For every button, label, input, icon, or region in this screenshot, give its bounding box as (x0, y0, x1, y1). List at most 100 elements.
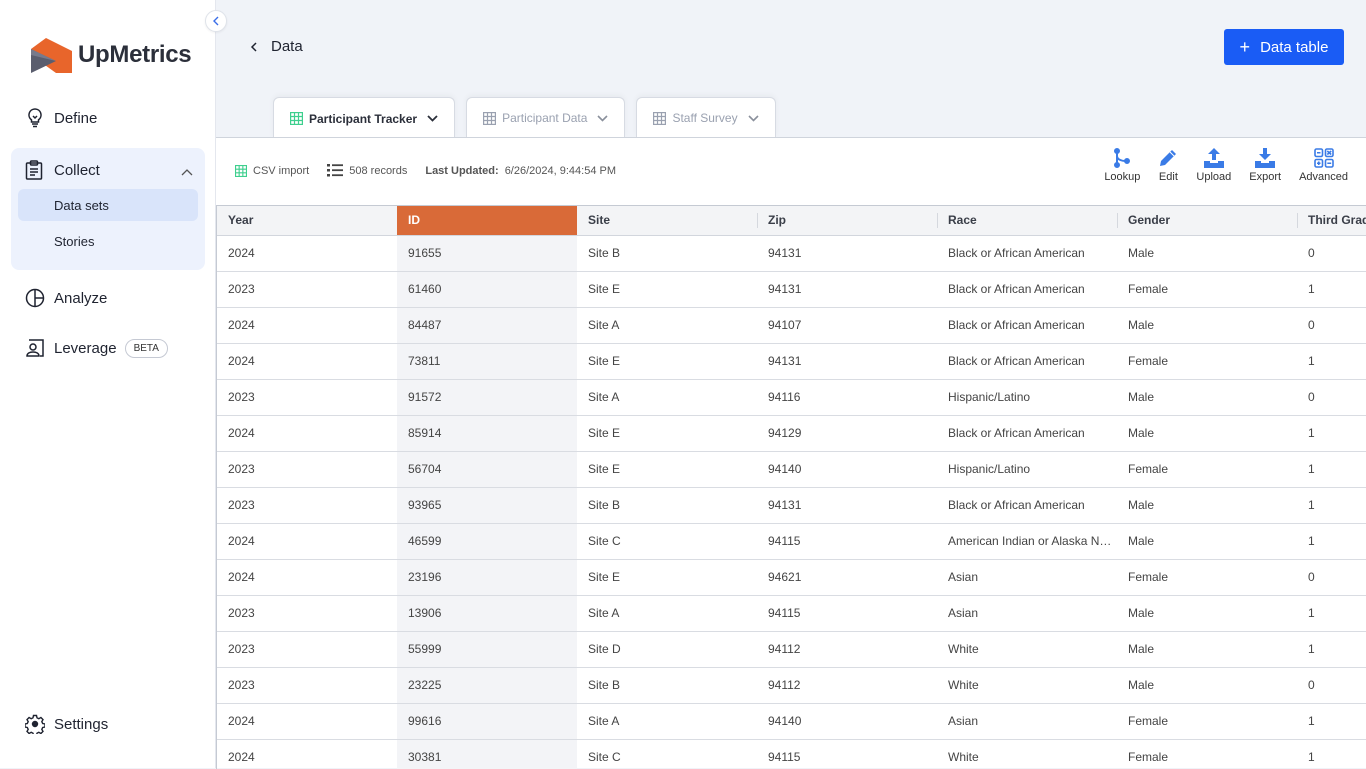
table-cell-race[interactable]: Black or African American (937, 415, 1117, 452)
column-header-race[interactable]: Race (937, 206, 1117, 236)
table-row[interactable]: 2023 13906 Site A 94115 Asian Male 1 (217, 595, 1366, 632)
table-cell-year[interactable]: 2023 (217, 487, 397, 524)
table-cell-year[interactable]: 2023 (217, 595, 397, 632)
table-cell-id[interactable]: 46599 (397, 523, 577, 560)
table-cell-race[interactable]: Black or African American (937, 307, 1117, 344)
table-cell-third-grade[interactable]: 1 (1297, 595, 1366, 632)
table-cell-third-grade[interactable]: 1 (1297, 451, 1366, 488)
table-cell-third-grade[interactable]: 1 (1297, 271, 1366, 308)
table-cell-site[interactable]: Site C (577, 739, 757, 769)
sidebar-item-stories[interactable]: Stories (18, 225, 198, 257)
table-cell-race[interactable]: Asian (937, 559, 1117, 596)
add-data-table-button[interactable]: + Data table (1224, 29, 1344, 65)
table-cell-site[interactable]: Site A (577, 703, 757, 740)
sidebar-item-define[interactable]: Define (25, 108, 97, 128)
table-cell-gender[interactable]: Male (1117, 415, 1297, 452)
table-cell-id[interactable]: 91655 (397, 235, 577, 272)
table-row[interactable]: 2023 55999 Site D 94112 White Male 1 (217, 631, 1366, 668)
table-cell-id[interactable]: 99616 (397, 703, 577, 740)
table-cell-gender[interactable]: Male (1117, 667, 1297, 704)
table-cell-third-grade[interactable]: 1 (1297, 703, 1366, 740)
sidebar-item-settings[interactable]: Settings (25, 714, 108, 734)
table-cell-site[interactable]: Site E (577, 271, 757, 308)
table-row[interactable]: 2024 73811 Site E 94131 Black or African Ame… (217, 343, 1366, 380)
edit-button[interactable]: Edit (1158, 148, 1178, 183)
table-cell-zip[interactable]: 94621 (757, 559, 937, 596)
table-cell-third-grade[interactable]: 1 (1297, 739, 1366, 769)
table-cell-year[interactable]: 2024 (217, 343, 397, 380)
table-cell-race[interactable]: Asian (937, 595, 1117, 632)
table-cell-site[interactable]: Site A (577, 595, 757, 632)
table-cell-id[interactable]: 61460 (397, 271, 577, 308)
logo[interactable]: UpMetrics (30, 37, 192, 73)
table-cell-id[interactable]: 13906 (397, 595, 577, 632)
table-cell-race[interactable]: Hispanic/Latino (937, 451, 1117, 488)
table-cell-third-grade[interactable]: 0 (1297, 559, 1366, 596)
table-cell-race[interactable]: White (937, 631, 1117, 668)
table-cell-gender[interactable]: Male (1117, 307, 1297, 344)
table-cell-year[interactable]: 2023 (217, 631, 397, 668)
table-cell-race[interactable]: Black or African American (937, 235, 1117, 272)
table-cell-id[interactable]: 84487 (397, 307, 577, 344)
table-cell-gender[interactable]: Male (1117, 235, 1297, 272)
table-cell-site[interactable]: Site A (577, 379, 757, 416)
table-cell-gender[interactable]: Female (1117, 703, 1297, 740)
table-cell-third-grade[interactable]: 1 (1297, 523, 1366, 560)
table-cell-race[interactable]: Hispanic/Latino (937, 379, 1117, 416)
table-cell-zip[interactable]: 94115 (757, 739, 937, 769)
back-link[interactable]: Data (250, 38, 303, 55)
sidebar-item-analyze[interactable]: Analyze (25, 288, 107, 308)
table-cell-year[interactable]: 2024 (217, 307, 397, 344)
chevron-down-icon[interactable] (427, 115, 438, 122)
column-header-site[interactable]: Site (577, 206, 757, 236)
table-row[interactable]: 2023 56704 Site E 94140 Hispanic/Latino Femal… (217, 451, 1366, 488)
table-cell-site[interactable]: Site D (577, 631, 757, 668)
column-resize-handle[interactable] (757, 213, 758, 228)
table-cell-year[interactable]: 2024 (217, 739, 397, 769)
table-cell-year[interactable]: 2024 (217, 415, 397, 452)
table-cell-race[interactable]: Black or African American (937, 487, 1117, 524)
table-cell-zip[interactable]: 94131 (757, 271, 937, 308)
table-cell-race[interactable]: White (937, 667, 1117, 704)
table-cell-id[interactable]: 91572 (397, 379, 577, 416)
table-cell-third-grade[interactable]: 1 (1297, 487, 1366, 524)
table-cell-gender[interactable]: Male (1117, 523, 1297, 560)
table-cell-site[interactable]: Site B (577, 487, 757, 524)
table-cell-third-grade[interactable]: 0 (1297, 307, 1366, 344)
table-cell-zip[interactable]: 94107 (757, 307, 937, 344)
table-cell-zip[interactable]: 94115 (757, 523, 937, 560)
table-cell-site[interactable]: Site A (577, 307, 757, 344)
table-row[interactable]: 2024 23196 Site E 94621 Asian Female 0 (217, 559, 1366, 596)
table-cell-year[interactable]: 2024 (217, 235, 397, 272)
table-cell-gender[interactable]: Male (1117, 595, 1297, 632)
sidebar-item-data-sets[interactable]: Data sets (18, 189, 198, 221)
column-resize-handle[interactable] (1297, 213, 1298, 228)
table-cell-id[interactable]: 23225 (397, 667, 577, 704)
table-cell-zip[interactable]: 94131 (757, 487, 937, 524)
advanced-button[interactable]: Advanced (1299, 148, 1348, 183)
table-cell-id[interactable]: 30381 (397, 739, 577, 769)
column-header-zip[interactable]: Zip (757, 206, 937, 236)
table-cell-zip[interactable]: 94115 (757, 595, 937, 632)
table-cell-zip[interactable]: 94140 (757, 451, 937, 488)
table-cell-zip[interactable]: 94112 (757, 667, 937, 704)
table-cell-race[interactable]: Black or African American (937, 271, 1117, 308)
table-cell-site[interactable]: Site E (577, 415, 757, 452)
table-cell-zip[interactable]: 94112 (757, 631, 937, 668)
table-cell-third-grade[interactable]: 0 (1297, 235, 1366, 272)
table-cell-site[interactable]: Site E (577, 451, 757, 488)
table-cell-race[interactable]: Asian (937, 703, 1117, 740)
column-header-gender[interactable]: Gender (1117, 206, 1297, 236)
table-cell-year[interactable]: 2023 (217, 271, 397, 308)
table-cell-year[interactable]: 2024 (217, 703, 397, 740)
sidebar-item-leverage[interactable]: Leverage BETA (25, 338, 168, 358)
table-cell-year[interactable]: 2023 (217, 451, 397, 488)
column-resize-handle[interactable] (937, 213, 938, 228)
table-row[interactable]: 2024 99616 Site A 94140 Asian Female 1 (217, 703, 1366, 740)
table-row[interactable]: 2024 46599 Site C 94115 American Indian or A… (217, 523, 1366, 560)
table-row[interactable]: 2024 91655 Site B 94131 Black or African Ame… (217, 235, 1366, 272)
table-cell-gender[interactable]: Female (1117, 451, 1297, 488)
chevron-down-icon[interactable] (748, 114, 759, 122)
table-cell-year[interactable]: 2024 (217, 523, 397, 560)
table-cell-gender[interactable]: Female (1117, 559, 1297, 596)
